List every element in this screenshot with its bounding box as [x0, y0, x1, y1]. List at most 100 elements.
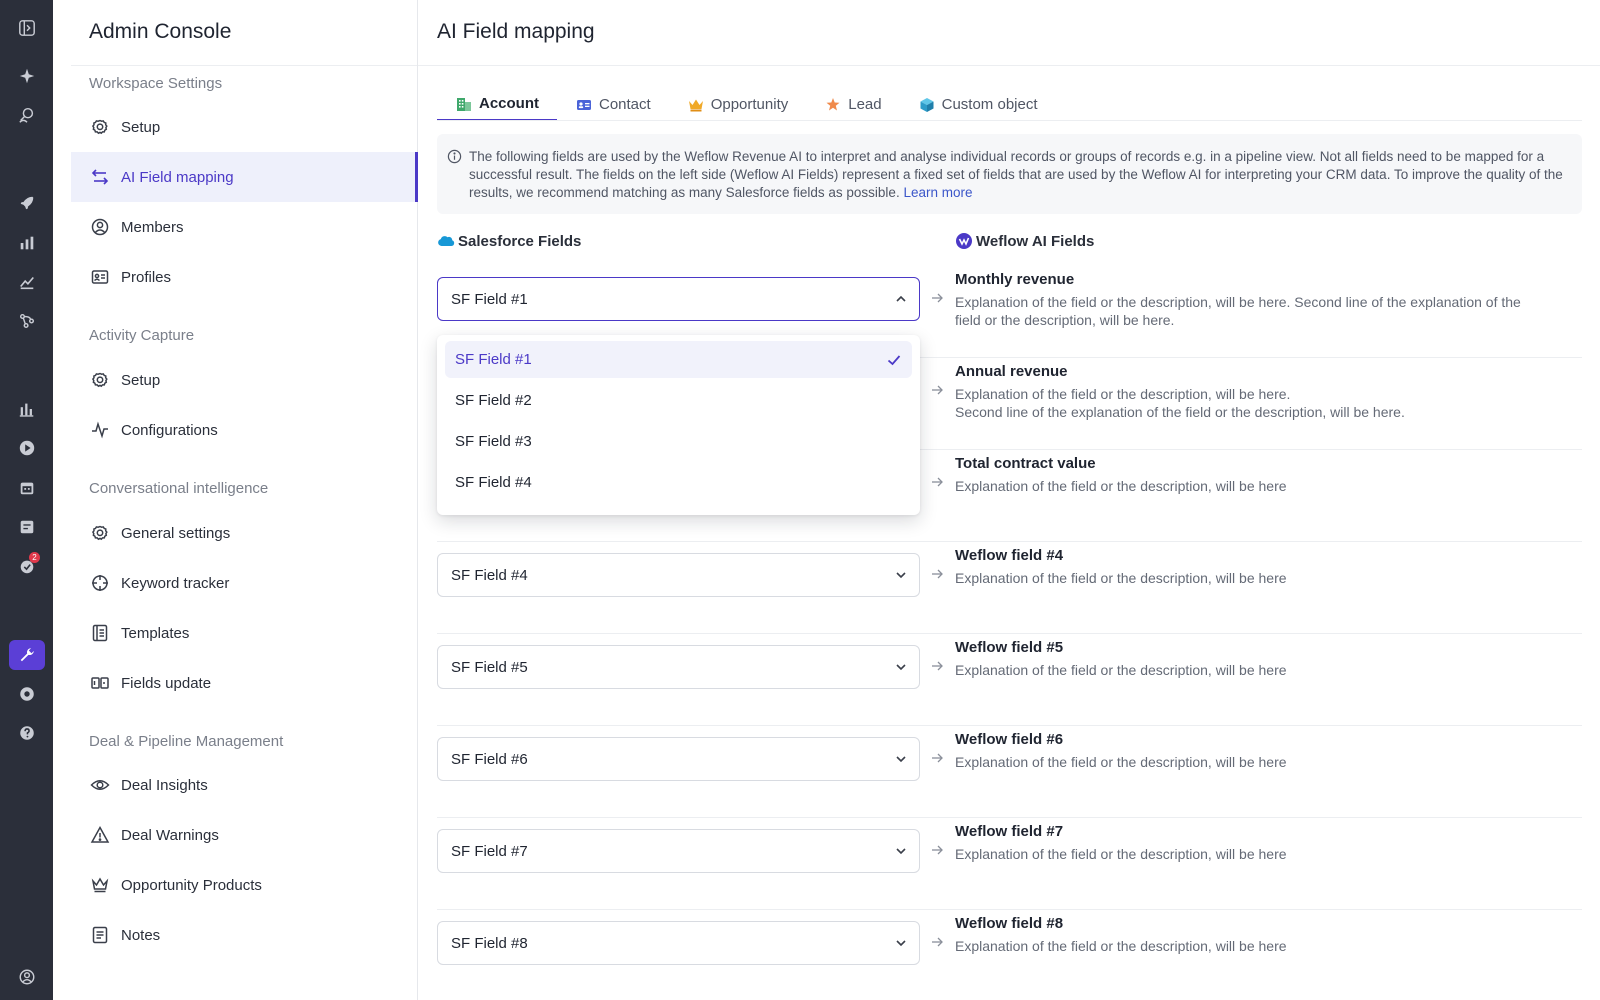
tab-lead[interactable]: Lead [806, 88, 899, 121]
check-icon [887, 355, 901, 366]
note-icon[interactable] [13, 513, 41, 541]
crosshair-icon [89, 572, 111, 594]
task-icon[interactable]: 2 [13, 552, 41, 580]
dropdown-option[interactable]: SF Field #3 [445, 423, 912, 460]
sidebar-item-label: Setup [121, 118, 161, 136]
arrow-right-icon [932, 661, 943, 671]
sidebar-item-label: Setup [121, 371, 161, 389]
flow-icon[interactable] [13, 307, 41, 335]
option-label: SF Field #1 [455, 351, 532, 368]
sidebar-item-fields-update[interactable]: Fields update [71, 658, 418, 708]
info-banner: The following fields are used by the Wef… [437, 134, 1582, 214]
info-icon [447, 149, 462, 164]
notes-icon [89, 924, 111, 946]
option-label: SF Field #2 [455, 392, 532, 409]
fields-icon [89, 672, 111, 694]
tab-custom-object[interactable]: Custom object [900, 88, 1056, 121]
chevron-up-icon [896, 295, 906, 302]
chevron-down-icon [896, 572, 906, 579]
sidebar-item-general-settings[interactable]: General settings [71, 508, 418, 558]
tab-label: Lead [848, 96, 882, 113]
sf-field-select[interactable]: SF Field #7 [437, 829, 920, 873]
sidebar-item-workspace-setup[interactable]: Setup [71, 102, 418, 152]
dropdown-option[interactable]: SF Field #1 [445, 341, 912, 378]
bar-chart-icon[interactable] [13, 395, 41, 423]
mapping-row: SF Field #6 Weflow field #6 Explanation … [437, 726, 1582, 818]
wrench-icon[interactable] [9, 640, 45, 670]
gear-icon [89, 522, 111, 544]
sidebar-item-deal-insights[interactable]: Deal Insights [71, 760, 418, 810]
column-label: Salesforce Fields [458, 232, 582, 250]
sidebar-item-ai-field-mapping[interactable]: AI Field mapping [71, 152, 418, 202]
tab-opportunity[interactable]: Opportunity [669, 88, 807, 121]
sf-field-select[interactable]: SF Field #4 [437, 553, 920, 597]
sf-field-select[interactable]: SF Field #5 [437, 645, 920, 689]
weflow-field-name: Weflow field #6 [955, 731, 1064, 748]
weflow-field-description: Explanation of the field or the descript… [955, 294, 1521, 328]
trend-icon[interactable] [13, 268, 41, 296]
weflow-field-name: Weflow field #4 [955, 547, 1064, 564]
admin-sidebar: Admin Console Workspace Settings Setup A… [53, 0, 418, 1000]
select-value: SF Field #6 [451, 750, 528, 768]
section-label-deal-pipeline: Deal & Pipeline Management [89, 733, 284, 750]
tab-account[interactable]: Account [437, 88, 557, 121]
template-icon [89, 622, 111, 644]
sidebar-item-templates[interactable]: Templates [71, 608, 418, 658]
search-people-icon[interactable] [13, 101, 41, 129]
sidebar-item-deal-warnings[interactable]: Deal Warnings [71, 810, 418, 860]
chevron-down-icon [896, 940, 906, 947]
play-icon[interactable] [13, 434, 41, 462]
tab-contact[interactable]: Contact [557, 88, 669, 121]
sf-field-select[interactable]: SF Field #6 [437, 737, 920, 781]
sidebar-item-configurations[interactable]: Configurations [71, 405, 418, 455]
tab-label: Custom object [941, 96, 1038, 113]
weflow-ai-fields-heading: Weflow AI Fields [955, 232, 1094, 250]
gear-icon [89, 116, 111, 138]
weflow-field-description: Explanation of the field or the descript… [955, 385, 1525, 421]
select-value: SF Field #1 [451, 290, 528, 308]
tab-label: Contact [599, 96, 651, 113]
chevron-down-icon [896, 756, 906, 763]
notification-badge: 2 [29, 552, 40, 563]
main-content: AI Field mapping Account Contact Opportu… [418, 0, 1600, 1000]
arrow-right-icon [932, 569, 943, 579]
sidebar-item-label: General settings [121, 524, 231, 542]
gear-icon[interactable] [13, 680, 41, 708]
select-value: SF Field #8 [451, 934, 528, 952]
description-line: Second line of the explanation of the fi… [955, 404, 1405, 420]
chart-icon[interactable] [13, 229, 41, 257]
eye-icon [89, 774, 111, 796]
sparkle-icon[interactable] [13, 62, 41, 90]
salesforce-fields-heading: Salesforce Fields [437, 232, 581, 250]
sf-field-select[interactable]: SF Field #1 [437, 277, 920, 321]
dropdown-option[interactable]: SF Field #2 [445, 382, 912, 419]
sidebar-item-activity-setup[interactable]: Setup [71, 355, 418, 405]
sidebar-toggle-icon[interactable] [13, 14, 41, 42]
help-icon[interactable] [13, 719, 41, 747]
user-icon[interactable] [13, 963, 41, 991]
learn-more-link[interactable]: Learn more [903, 185, 972, 200]
swap-icon [89, 166, 111, 188]
sidebar-item-notes[interactable]: Notes [71, 910, 418, 960]
weflow-logo-icon [955, 232, 973, 250]
crown-icon [687, 96, 705, 114]
dropdown-option[interactable]: SF Field #4 [445, 464, 912, 501]
calendar-icon[interactable] [13, 474, 41, 502]
sidebar-item-members[interactable]: Members [71, 202, 418, 252]
contact-card-icon [575, 96, 593, 114]
sidebar-item-opportunity-products[interactable]: Opportunity Products [71, 860, 418, 910]
sidebar-item-profiles[interactable]: Profiles [71, 252, 418, 302]
sidebar-item-label: Notes [121, 926, 161, 944]
sf-field-select[interactable]: SF Field #8 [437, 921, 920, 965]
rocket-icon[interactable] [13, 189, 41, 217]
description-line: Explanation of the field or the descript… [955, 386, 1291, 402]
mapping-row: SF Field #8 Weflow field #8 Explanation … [437, 910, 1582, 1000]
mapping-row: SF Field #5 Weflow field #5 Explanation … [437, 634, 1582, 726]
sidebar-item-keyword-tracker[interactable]: Keyword tracker [71, 558, 418, 608]
weflow-field-name: Monthly revenue [955, 271, 1075, 288]
gear-icon [89, 369, 111, 391]
column-label: Weflow AI Fields [976, 232, 1095, 250]
sidebar-item-label: Deal Insights [121, 776, 208, 794]
salesforce-cloud-icon [437, 232, 455, 250]
arrow-right-icon [932, 753, 943, 763]
